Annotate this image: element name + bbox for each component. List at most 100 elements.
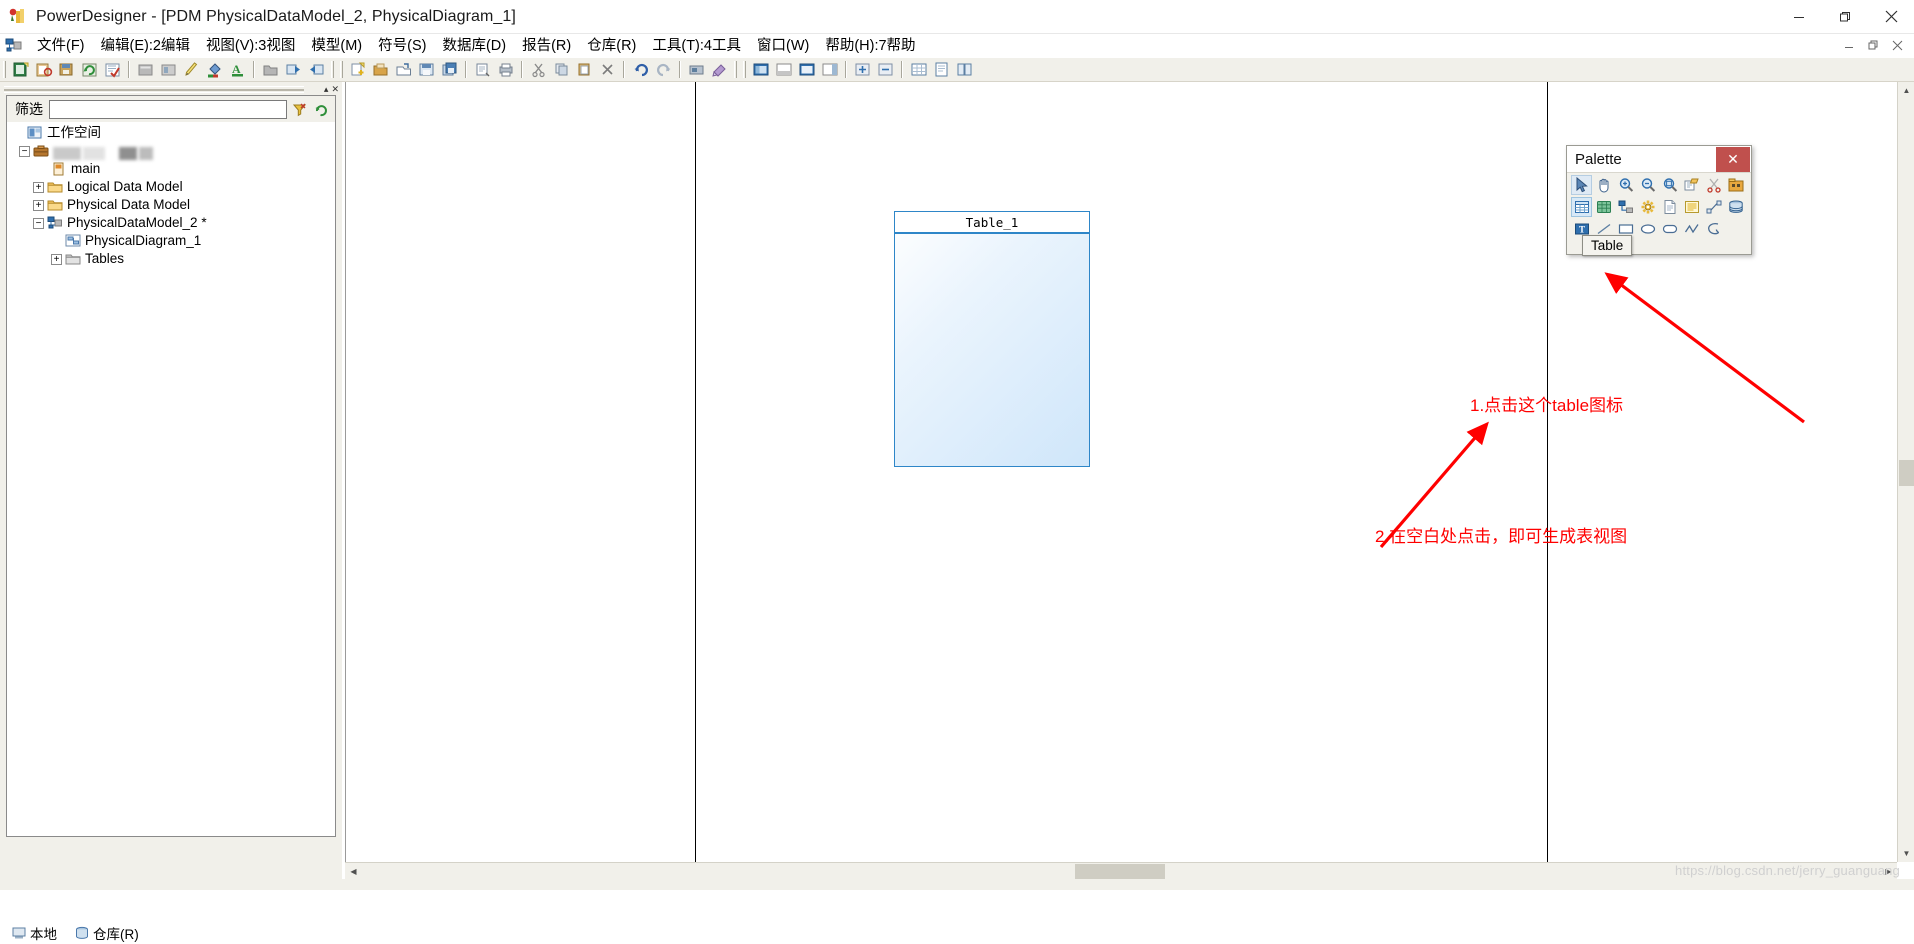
mdi-close-icon[interactable] xyxy=(1890,39,1904,54)
tree-item-workspace[interactable]: 工作空间 xyxy=(7,124,335,142)
open-model-icon[interactable] xyxy=(393,60,414,80)
delete-icon[interactable] xyxy=(597,60,618,80)
open-folder-document-icon[interactable] xyxy=(370,60,391,80)
list-view-icon[interactable] xyxy=(158,60,179,80)
undo-icon[interactable] xyxy=(630,60,651,80)
tree-item-physicaldiagram-1[interactable]: PhysicalDiagram_1 xyxy=(7,232,335,250)
refresh-workspace-icon[interactable] xyxy=(79,60,100,80)
check-model-icon[interactable] xyxy=(102,60,123,80)
open-workspace-icon[interactable] xyxy=(33,60,54,80)
scroll-up-button[interactable]: ▲ xyxy=(1898,82,1914,99)
grid-view-icon[interactable] xyxy=(908,60,929,80)
open-package-icon[interactable] xyxy=(1681,175,1702,195)
horizontal-scroll-thumb[interactable] xyxy=(1075,864,1165,879)
save-model-icon[interactable] xyxy=(416,60,437,80)
palette-close-icon[interactable]: ✕ xyxy=(1716,146,1750,172)
export-icon[interactable] xyxy=(306,60,327,80)
tree-item-project[interactable]: − xyxy=(7,142,335,160)
tree-item-physicaldatamodel-2[interactable]: − PhysicalDataModel_2 * xyxy=(7,214,335,232)
horizontal-scrollbar[interactable]: ◀ ▶ xyxy=(345,862,1897,880)
pointer-icon[interactable] xyxy=(1571,175,1592,195)
menu-repository[interactable]: 仓库(R) xyxy=(579,35,644,57)
paste-icon[interactable] xyxy=(574,60,595,80)
note-icon[interactable] xyxy=(1681,197,1702,217)
browser-tab-local[interactable]: 本地 xyxy=(12,923,57,943)
save-all-icon[interactable] xyxy=(439,60,460,80)
menu-view[interactable]: 视图(V):3视图 xyxy=(198,35,303,57)
freehand-icon[interactable] xyxy=(1703,219,1724,239)
tree-expander-expand[interactable]: + xyxy=(51,253,62,265)
fill-color-icon[interactable] xyxy=(204,60,225,80)
tree-item-logical-data-model[interactable]: + Logical Data Model xyxy=(7,178,335,196)
scroll-left-button[interactable]: ◀ xyxy=(345,862,362,880)
print-preview-icon[interactable] xyxy=(472,60,493,80)
page-view-icon[interactable] xyxy=(931,60,952,80)
mdi-minimize-icon[interactable] xyxy=(1842,39,1856,54)
filter-apply-icon[interactable] xyxy=(289,99,309,119)
toolbar-grip[interactable] xyxy=(3,61,6,78)
close-icon[interactable] xyxy=(1868,0,1914,34)
toolbar-grip[interactable] xyxy=(340,61,343,78)
hand-icon[interactable] xyxy=(1593,175,1614,195)
toggle-output-icon[interactable] xyxy=(773,60,794,80)
copy-icon[interactable] xyxy=(551,60,572,80)
redo-icon[interactable] xyxy=(653,60,674,80)
minimize-icon[interactable] xyxy=(1776,0,1822,34)
toolbar-grip[interactable] xyxy=(734,61,737,78)
file-icon[interactable] xyxy=(1659,197,1680,217)
cut-icon[interactable] xyxy=(528,60,549,80)
browser-tab-repository[interactable]: 仓库(R) xyxy=(75,923,139,943)
panel-close-icon[interactable]: ✕ xyxy=(331,84,339,94)
vertical-scrollbar[interactable]: ▲ ▼ xyxy=(1897,82,1914,862)
mdi-restore-icon[interactable] xyxy=(1866,39,1880,54)
palette-title-bar[interactable]: Palette ✕ xyxy=(1567,146,1751,173)
tree-expander-expand[interactable]: + xyxy=(33,181,44,193)
folder-icon[interactable] xyxy=(260,60,281,80)
vertical-scroll-thumb[interactable] xyxy=(1899,460,1914,486)
menu-database[interactable]: 数据库(D) xyxy=(434,35,514,57)
browser-panel-handle[interactable]: ▴ ✕ xyxy=(0,82,342,95)
maximize-icon[interactable] xyxy=(1822,0,1868,34)
link-icon[interactable] xyxy=(1703,197,1724,217)
scroll-down-button[interactable]: ▼ xyxy=(1898,845,1914,862)
procedure-icon[interactable] xyxy=(1637,197,1658,217)
menu-file[interactable]: 文件(F) xyxy=(29,35,93,57)
package-box-icon[interactable] xyxy=(1725,175,1746,195)
zoom-in-tool-icon[interactable] xyxy=(852,60,873,80)
toggle-result-icon[interactable] xyxy=(796,60,817,80)
menu-edit[interactable]: 编辑(E):2编辑 xyxy=(93,35,198,57)
menu-tools[interactable]: 工具(T):4工具 xyxy=(644,35,749,57)
ellipse-icon[interactable] xyxy=(1637,219,1658,239)
table-symbol-table-1[interactable]: Table_1 xyxy=(894,211,1090,467)
filter-input[interactable] xyxy=(49,99,287,119)
table-icon[interactable] xyxy=(1571,197,1592,217)
font-color-icon[interactable]: A xyxy=(227,60,248,80)
polyline-icon[interactable] xyxy=(1681,219,1702,239)
toggle-palette-icon[interactable] xyxy=(819,60,840,80)
pencil-icon[interactable] xyxy=(181,60,202,80)
save-workspace-icon[interactable] xyxy=(56,60,77,80)
menu-model[interactable]: 模型(M) xyxy=(303,35,370,57)
panel-minimize-icon[interactable]: ▴ xyxy=(324,84,329,94)
tree-expander-collapse[interactable]: − xyxy=(19,145,30,157)
tree-item-main[interactable]: main xyxy=(7,160,335,178)
database-icon[interactable] xyxy=(1725,197,1746,217)
menu-symbol[interactable]: 符号(S) xyxy=(370,35,434,57)
model-options-icon[interactable] xyxy=(709,60,730,80)
view-icon[interactable] xyxy=(1593,197,1614,217)
tree-item-physical-data-model[interactable]: + Physical Data Model xyxy=(7,196,335,214)
model-icon[interactable] xyxy=(5,37,23,55)
reference-icon[interactable] xyxy=(1615,197,1636,217)
tree-expander-collapse[interactable]: − xyxy=(33,217,44,229)
tree-expander-expand[interactable]: + xyxy=(33,199,44,211)
menu-help[interactable]: 帮助(H):7帮助 xyxy=(817,35,923,57)
scissors-icon[interactable] xyxy=(1703,175,1724,195)
toolbar-grip[interactable] xyxy=(331,61,334,78)
rounded-rect-icon[interactable] xyxy=(1659,219,1680,239)
menu-report[interactable]: 报告(R) xyxy=(514,35,579,57)
zoom-out-icon[interactable] xyxy=(1637,175,1658,195)
new-model-icon[interactable] xyxy=(10,60,31,80)
filter-refresh-icon[interactable] xyxy=(311,99,331,119)
toggle-browser-icon[interactable] xyxy=(750,60,771,80)
menu-window[interactable]: 窗口(W) xyxy=(749,35,817,57)
